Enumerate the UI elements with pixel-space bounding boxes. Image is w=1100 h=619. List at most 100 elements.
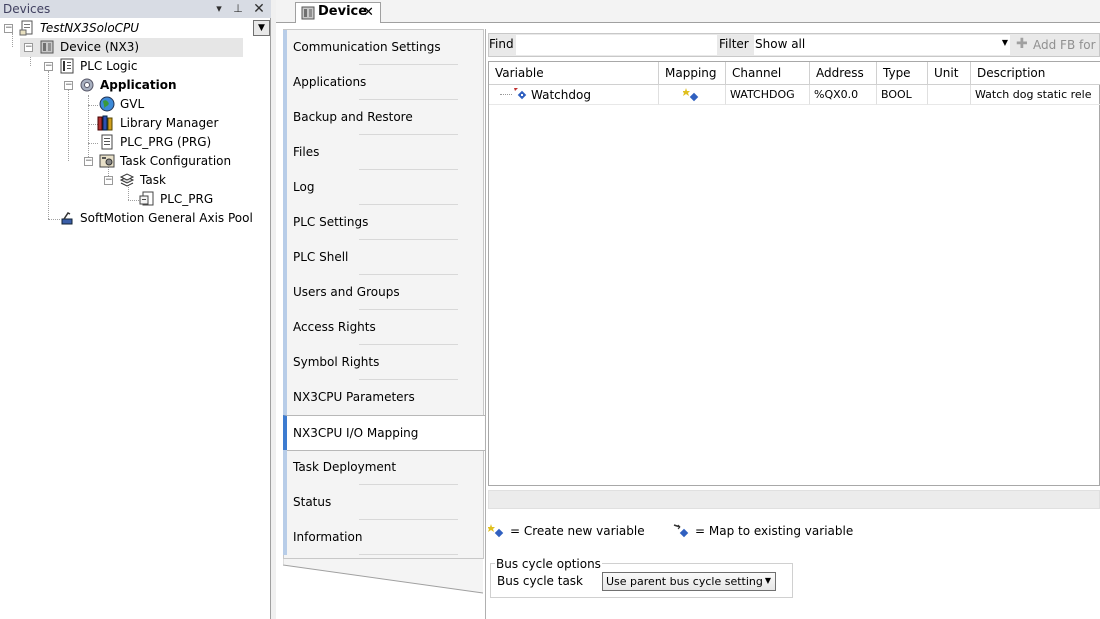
subtab-log[interactable]: Log xyxy=(283,170,484,205)
subtab-backup-and-restore[interactable]: Backup and Restore xyxy=(283,100,484,135)
tree-item-softmotion-axis-pool[interactable]: SoftMotion General Axis Pool xyxy=(40,209,270,228)
collapse-icon[interactable]: − xyxy=(4,24,13,33)
program-call-icon xyxy=(139,191,155,207)
tree-item-label: PLC_PRG (PRG) xyxy=(120,135,212,149)
subtab-users-and-groups[interactable]: Users and Groups xyxy=(283,275,484,310)
horizontal-scrollbar[interactable] xyxy=(488,490,1100,509)
subtab-symbol-rights[interactable]: Symbol Rights xyxy=(283,345,484,380)
column-header-description[interactable]: Description xyxy=(971,62,1100,85)
project-icon xyxy=(19,20,35,36)
subtab-label: Log xyxy=(293,180,315,194)
add-fb-button[interactable]: ✚ Add FB for IO xyxy=(1012,35,1100,55)
tree-item-plc-prg[interactable]: PLC_PRG (PRG) xyxy=(80,133,260,152)
document-icon xyxy=(99,134,115,150)
tree-item-plc-logic[interactable]: − PLC Logic xyxy=(40,57,240,76)
subtab-access-rights[interactable]: Access Rights xyxy=(283,310,484,345)
find-input[interactable] xyxy=(516,35,717,55)
tree-item-application[interactable]: − Application xyxy=(60,76,260,95)
subtab-nx3cpu-io-mapping[interactable]: NX3CPU I/O Mapping xyxy=(283,415,485,451)
subtab-communication-settings[interactable]: Communication Settings xyxy=(283,30,484,65)
filter-dropdown[interactable]: Show all ▼ xyxy=(754,35,1010,55)
chevron-down-icon: ▼ xyxy=(1001,38,1008,47)
cell-description: Watch dog static rele xyxy=(971,85,1100,105)
subtab-plc-shell[interactable]: PLC Shell xyxy=(283,240,484,275)
plc-logic-icon xyxy=(59,58,75,74)
io-channel-output-icon xyxy=(512,86,528,102)
devices-panel: Devices ▾ ⊥ ✕ ▼ − TestNX3SoloCPU − Devic… xyxy=(0,0,271,619)
map-existing-variable-icon xyxy=(673,523,689,539)
subtab-task-deployment[interactable]: Task Deployment xyxy=(283,450,484,485)
tree-item-task[interactable]: − Task xyxy=(100,171,260,190)
add-fb-button-label: Add FB for IO xyxy=(1033,38,1100,52)
tree-item-library-manager[interactable]: Library Manager xyxy=(80,114,260,133)
tree-item-device[interactable]: − Device (NX3) xyxy=(20,38,243,57)
filter-label: Filter xyxy=(719,37,749,51)
find-label: Find xyxy=(489,37,514,51)
column-header-variable[interactable]: Variable xyxy=(489,62,659,85)
tree-item-label: Task xyxy=(140,173,166,187)
mapping-legend: = Create new variable = Map to existing … xyxy=(488,522,1088,542)
task-stack-icon xyxy=(119,172,135,188)
subtab-files[interactable]: Files xyxy=(283,135,484,170)
tree-item-label: Device (NX3) xyxy=(60,40,140,54)
cell-mapping[interactable] xyxy=(659,85,726,105)
subtab-applications[interactable]: Applications xyxy=(283,65,484,100)
tree-item-label: SoftMotion General Axis Pool xyxy=(80,211,253,225)
column-header-channel[interactable]: Channel xyxy=(726,62,810,85)
cell-address: %QX0.0 xyxy=(810,85,877,105)
subtab-label: Files xyxy=(293,145,320,159)
subtab-label: NX3CPU I/O Mapping xyxy=(293,426,419,440)
collapse-icon[interactable]: − xyxy=(104,176,113,185)
subtab-label: Status xyxy=(293,495,332,509)
close-icon[interactable]: ✕ xyxy=(251,1,267,17)
collapse-icon[interactable]: − xyxy=(84,157,93,166)
tree-item-label: Library Manager xyxy=(120,116,219,130)
tree-item-label: TestNX3SoloCPU xyxy=(40,21,140,35)
subtab-nx3cpu-parameters[interactable]: NX3CPU Parameters xyxy=(283,380,484,415)
task-config-icon xyxy=(99,153,115,169)
device-icon xyxy=(300,5,316,21)
collapse-icon[interactable]: − xyxy=(44,62,53,71)
chevron-down-icon: ▼ xyxy=(764,576,771,585)
tab-device[interactable]: Device ✕ xyxy=(295,2,381,23)
cell-variable[interactable]: Watchdog xyxy=(489,85,659,105)
cell-unit xyxy=(928,85,971,105)
close-tab-icon[interactable]: ✕ xyxy=(363,5,374,20)
subtab-status[interactable]: Status xyxy=(283,485,484,520)
bus-cycle-options-group: Bus cycle options Bus cycle task Use par… xyxy=(490,557,793,598)
subtab-label: Information xyxy=(293,530,363,544)
column-header-type[interactable]: Type xyxy=(877,62,928,85)
tree-item-gvl[interactable]: GVL xyxy=(80,95,260,114)
legend-create-new-text: = Create new variable xyxy=(510,524,645,538)
panel-menu-icon[interactable]: ▾ xyxy=(211,1,227,17)
column-header-unit[interactable]: Unit xyxy=(928,62,971,85)
collapse-icon[interactable]: − xyxy=(24,43,33,52)
legend-map-existing-text: = Map to existing variable xyxy=(695,524,854,538)
filter-dropdown-value: Show all xyxy=(755,37,806,51)
subtab-label: Symbol Rights xyxy=(293,355,380,369)
subtab-label: Task Deployment xyxy=(293,460,397,474)
cell-channel: WATCHDOG xyxy=(726,85,810,105)
axis-pool-icon xyxy=(59,210,75,226)
pin-icon[interactable]: ⊥ xyxy=(230,1,246,17)
tree-item-label: Task Configuration xyxy=(120,154,232,168)
tree-item-task-configuration[interactable]: − Task Configuration xyxy=(80,152,260,171)
column-header-mapping[interactable]: Mapping xyxy=(659,62,726,85)
subtab-label: Applications xyxy=(293,75,367,89)
subtab-label: PLC Settings xyxy=(293,215,369,229)
tree-item-label: PLC Logic xyxy=(80,59,138,73)
subtab-label: Communication Settings xyxy=(293,40,441,54)
bus-cycle-task-value: Use parent bus cycle setting xyxy=(606,575,763,588)
column-header-address[interactable]: Address xyxy=(810,62,877,85)
tree-item-project[interactable]: − TestNX3SoloCPU xyxy=(0,19,270,38)
books-icon xyxy=(97,115,113,131)
subtab-label: Access Rights xyxy=(293,320,376,334)
tree-item-plc-prg-call[interactable]: PLC_PRG xyxy=(120,190,260,209)
bus-cycle-task-dropdown[interactable]: Use parent bus cycle setting ▼ xyxy=(602,572,776,591)
collapse-icon[interactable]: − xyxy=(64,81,73,90)
subtab-label: PLC Shell xyxy=(293,250,349,264)
subtab-information[interactable]: Information xyxy=(283,520,484,555)
tab-device-label: Device xyxy=(318,4,368,19)
subtab-plc-settings[interactable]: PLC Settings xyxy=(283,205,484,240)
application-gear-icon xyxy=(79,77,95,93)
